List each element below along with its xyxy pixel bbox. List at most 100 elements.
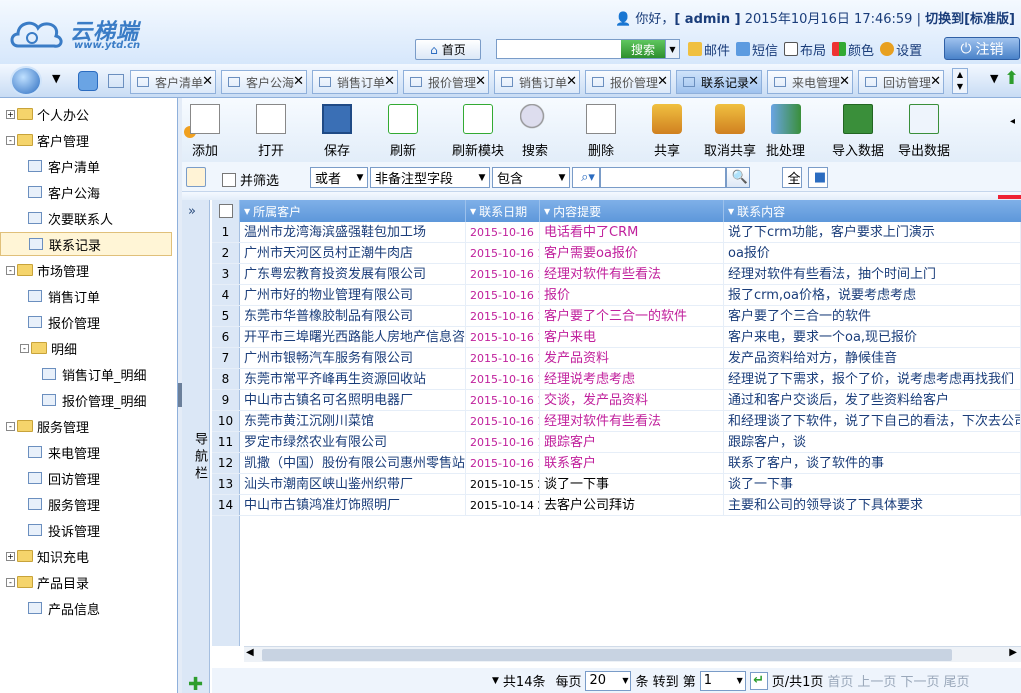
sidebar-item-18[interactable]: - 产品目录 (0, 570, 89, 594)
table-row[interactable]: 12凯撒（中国）股份有限公司惠州零售站2015-10-16 10联系客户联系了客… (212, 453, 1021, 474)
sidebar-item-11[interactable]: 报价管理_明细 (0, 388, 147, 412)
cell-customer[interactable]: 广东粤宏教育投资发展有限公司 (240, 264, 466, 284)
sidebar-item-17[interactable]: + 知识充电 (0, 544, 89, 568)
operator-select[interactable]: 包含 ▼ (492, 167, 570, 188)
close-icon[interactable]: ✕ (384, 74, 395, 89)
horizontal-scrollbar[interactable]: ◀ ▶ (244, 646, 1021, 662)
sidebar-item-8[interactable]: 报价管理 (0, 310, 100, 334)
go-page-button[interactable]: ↵ (749, 671, 768, 690)
close-icon[interactable]: ✕ (202, 74, 213, 89)
sidebar-item-9[interactable]: - 明细 (0, 336, 77, 360)
sms-button[interactable]: 短信 (736, 39, 778, 59)
scroll-left-icon[interactable]: ◀ (246, 647, 254, 658)
sidebar-item-5[interactable]: 联系记录 (0, 232, 172, 256)
table-row[interactable]: 14中山市古镇鸿准灯饰照明厂2015-10-14 21去客户公司拜访主要和公司的… (212, 495, 1021, 516)
search-dropdown-icon[interactable]: ▼ (665, 40, 679, 58)
toolbar-button-9[interactable]: 批处理 (766, 104, 805, 159)
home-button[interactable]: ⌂ 首页 (415, 39, 481, 60)
sidebar-item-12[interactable]: - 服务管理 (0, 414, 89, 438)
close-icon[interactable]: ✕ (657, 74, 668, 89)
select-all-button[interactable]: 全 (782, 167, 802, 188)
sidebar-item-4[interactable]: 次要联系人 (0, 206, 113, 230)
expand-icon[interactable]: + (6, 551, 15, 561)
collapse-icon[interactable]: - (20, 343, 29, 353)
cell-customer[interactable]: 开平市三埠曙光西路能人房地产信息咨 (240, 327, 466, 347)
cell-customer[interactable]: 广州市银畅汽车服务有限公司 (240, 348, 466, 368)
search-button[interactable]: 搜索 (621, 40, 665, 58)
sidebar-item-6[interactable]: - 市场管理 (0, 258, 89, 282)
col-content[interactable]: ▼ 联系内容 (724, 200, 1021, 222)
cell-customer[interactable]: 广州市天河区员村正潮牛肉店 (240, 243, 466, 263)
tab-menu-dropdown-icon[interactable]: ▼ (990, 72, 998, 85)
cell-customer[interactable]: 罗定市绿然农业有限公司 (240, 432, 466, 452)
toolbar-button-4[interactable]: 刷新模块 (452, 104, 504, 159)
search-input[interactable] (497, 40, 621, 58)
cell-customer[interactable]: 东莞市黄江沉刚川菜馆 (240, 411, 466, 431)
sidebar-item-19[interactable]: 产品信息 (0, 596, 100, 620)
field-select[interactable]: 非备注型字段 ▼ (370, 167, 490, 188)
tab-5[interactable]: 报价管理 ✕ (585, 70, 671, 94)
toolbar-more-icon[interactable]: ◂ (1010, 116, 1015, 127)
per-page-select[interactable]: 20 ▼ (585, 670, 632, 691)
toolbar-button-1[interactable]: 打开 (256, 104, 286, 159)
tab-scroll-icon[interactable]: ▲ ▼ (952, 68, 968, 94)
switch-edition-link[interactable]: 切换到[标准版] (925, 12, 1015, 27)
table-row[interactable]: 4广州市好的物业管理有限公司2015-10-16 14报价报了crm,oa价格，… (212, 285, 1021, 306)
scroll-right-icon[interactable]: ▶ (1009, 647, 1017, 658)
table-row[interactable]: 1 温州市龙湾海滨盛强鞋包加工场 2015-10-16 电话看中了CRM 说了下crm功… (212, 222, 1021, 243)
sidebar-item-3[interactable]: 客户公海 (0, 180, 100, 204)
close-icon[interactable]: ✕ (748, 74, 759, 89)
table-row[interactable]: 6开平市三埠曙光西路能人房地产信息咨2015-10-16 14客户来电客户来电，… (212, 327, 1021, 348)
table-row[interactable]: 9中山市古镇名可名照明电器厂2015-10-16 14交谈，发产品资料通过和客户… (212, 390, 1021, 411)
cell-customer[interactable]: 中山市古镇名可名照明电器厂 (240, 390, 466, 410)
collapse-icon[interactable]: - (6, 421, 15, 431)
toolbar-button-6[interactable]: 删除 (586, 104, 616, 159)
close-icon[interactable]: ✕ (839, 74, 850, 89)
toolbar-button-11[interactable]: 导出数据 (898, 104, 950, 159)
table-row[interactable]: 11罗定市绿然农业有限公司2015-10-16 10跟踪客户跟踪客户，谈 (212, 432, 1021, 453)
cell-customer[interactable]: 温州市龙湾海滨盛强鞋包加工场 (240, 222, 466, 242)
sidebar-item-14[interactable]: 回访管理 (0, 466, 100, 490)
mail-button[interactable]: 邮件 (688, 39, 730, 59)
table-row[interactable]: 2广州市天河区员村正潮牛肉店2015-10-16 14客户需要oa报价oa报价 (212, 243, 1021, 264)
sidebar-item-2[interactable]: 客户清单 (0, 154, 100, 178)
first-page-link[interactable]: 首页 (827, 671, 853, 690)
pager-menu-icon[interactable]: ▼ (492, 676, 499, 686)
combine-filter-checkbox[interactable] (222, 172, 236, 187)
history-icon[interactable] (78, 71, 98, 91)
tab-2[interactable]: 销售订单 ✕ (312, 70, 398, 94)
table-row[interactable]: 3广东粤宏教育投资发展有限公司2015-10-16 14经理对软件有些看法经理对… (212, 264, 1021, 285)
close-icon[interactable]: ✕ (930, 74, 941, 89)
sidebar-item-15[interactable]: 服务管理 (0, 492, 100, 516)
sidebar-item-16[interactable]: 投诉管理 (0, 518, 100, 542)
tab-0[interactable]: 客户清单 ✕ (130, 70, 216, 94)
table-row[interactable]: 8东莞市常平齐峰再生资源回收站2015-10-16 14经理说考虑考虑经理说了下… (212, 369, 1021, 390)
tab-4[interactable]: 销售订单 ✕ (494, 70, 580, 94)
cell-customer[interactable]: 中山市古镇鸿准灯饰照明厂 (240, 495, 466, 515)
col-customer[interactable]: ▼ 所属客户 (240, 200, 466, 222)
toolbar-button-7[interactable]: 共享 (652, 104, 682, 159)
prev-page-link[interactable]: 上一页 (857, 671, 896, 690)
expand-icon[interactable]: + (6, 109, 15, 119)
page-select[interactable]: 1 ▼ (699, 670, 746, 691)
search-mode-select[interactable]: ⌕▾ (572, 167, 600, 188)
close-icon[interactable]: ✕ (566, 74, 577, 89)
filter-settings-icon[interactable] (186, 167, 206, 187)
sidebar-item-7[interactable]: 销售订单 (0, 284, 100, 308)
cell-customer[interactable]: 东莞市华普橡胶制品有限公司 (240, 306, 466, 326)
toolbar-button-3[interactable]: 刷新 (388, 104, 418, 159)
sidebar-item-1[interactable]: - 客户管理 (0, 128, 89, 152)
table-row[interactable]: 10东莞市黄江沉刚川菜馆2015-10-16 10经理对软件有些看法和经理谈了下… (212, 411, 1021, 432)
toolbar-button-5[interactable]: 搜索 (520, 104, 550, 159)
settings-button[interactable]: 设置 (880, 39, 922, 59)
start-menu-icon[interactable] (10, 66, 42, 96)
tab-3[interactable]: 报价管理 ✕ (403, 70, 489, 94)
layout-button[interactable]: 布局 (784, 39, 826, 59)
cell-customer[interactable]: 东莞市常平齐峰再生资源回收站 (240, 369, 466, 389)
expand-nav-icon[interactable]: » (188, 204, 196, 219)
sidebar-item-13[interactable]: 来电管理 (0, 440, 100, 464)
scrollbar-thumb[interactable] (262, 649, 952, 661)
save-filter-button[interactable]: ■ (808, 167, 828, 188)
tile-view-icon[interactable] (108, 74, 124, 88)
collapse-icon[interactable]: - (6, 135, 15, 145)
